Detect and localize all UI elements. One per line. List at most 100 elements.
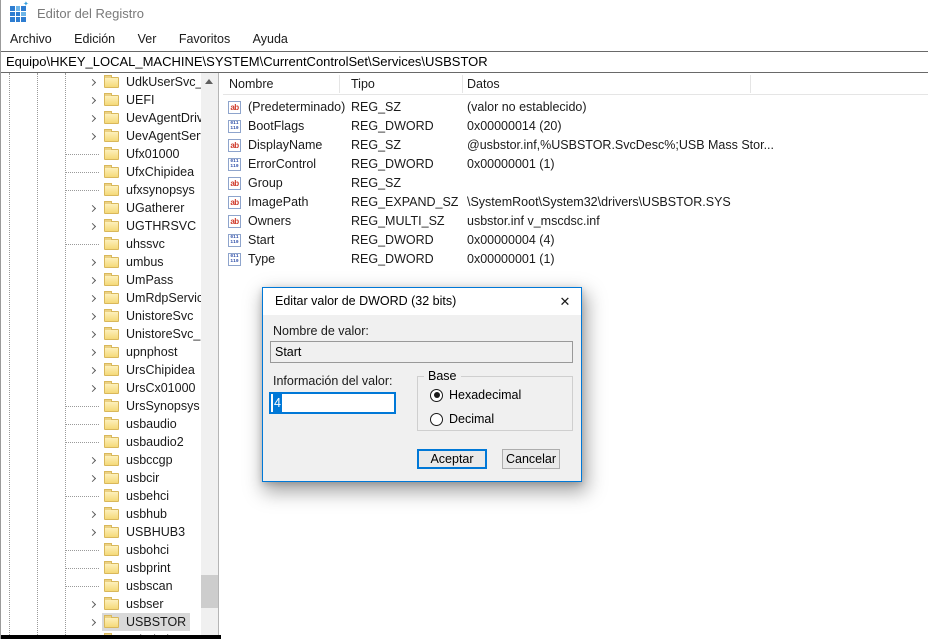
chevron-right-icon[interactable] <box>89 276 96 283</box>
edit-dword-dialog: Editar valor de DWORD (32 bits) ✕ Nombre… <box>262 287 582 482</box>
tree-item[interactable]: UdkUserSvc_b <box>1 73 201 91</box>
folder-icon <box>104 527 119 538</box>
column-header-nombre[interactable]: Nombre <box>229 73 273 95</box>
chevron-right-icon[interactable] <box>89 528 96 535</box>
scrollbar-thumb[interactable] <box>201 575 218 608</box>
menu-archivo[interactable]: Archivo <box>1 28 61 51</box>
chevron-right-icon[interactable] <box>89 204 96 211</box>
column-header-datos[interactable]: Datos <box>467 73 500 95</box>
tree-item[interactable]: UGatherer <box>1 199 201 217</box>
tree-item[interactable]: UmPass <box>1 271 201 289</box>
value-data-field[interactable]: 4 <box>269 392 396 414</box>
tree-item[interactable]: UrsCx01000 <box>1 379 201 397</box>
close-icon[interactable]: ✕ <box>549 288 581 315</box>
tree-item[interactable]: usbprint <box>1 559 201 577</box>
chevron-right-icon[interactable] <box>89 114 96 121</box>
column-header-tipo[interactable]: Tipo <box>351 73 375 95</box>
registry-value-row[interactable]: ab Group REG_SZ <box>223 174 928 193</box>
chevron-right-icon[interactable] <box>89 294 96 301</box>
tree-item[interactable]: UfxChipidea <box>1 163 201 181</box>
key-tree-panel: UdkUserSvc_b UEFI UevAgentDrive UevAgent… <box>1 73 219 639</box>
value-name: (Predeterminado) <box>248 98 345 117</box>
registry-value-row[interactable]: ab Owners REG_MULTI_SZ usbstor.inf v_msc… <box>223 212 928 231</box>
menu-edicion[interactable]: Edición <box>65 28 124 51</box>
tree-item[interactable]: upnphost <box>1 343 201 361</box>
chevron-right-icon[interactable] <box>89 348 96 355</box>
tree-item[interactable]: usbaudio <box>1 415 201 433</box>
hexadecimal-radio-row[interactable]: Hexadecimal <box>430 388 521 402</box>
value-name: Type <box>248 250 275 269</box>
chevron-right-icon[interactable] <box>89 258 96 265</box>
column-divider[interactable] <box>339 75 340 93</box>
tree-item[interactable]: umbus <box>1 253 201 271</box>
folder-icon <box>104 347 119 358</box>
registry-value-row[interactable]: ab (Predeterminado) REG_SZ (valor no est… <box>223 98 928 117</box>
decimal-radio-row[interactable]: Decimal <box>430 412 494 426</box>
chevron-right-icon[interactable] <box>89 510 96 517</box>
registry-value-row[interactable]: 011110 BootFlags REG_DWORD 0x00000014 (2… <box>223 117 928 136</box>
registry-path-input[interactable]: Equipo\HKEY_LOCAL_MACHINE\SYSTEM\Current… <box>1 51 928 73</box>
chevron-right-icon[interactable] <box>89 618 96 625</box>
hexadecimal-radio[interactable] <box>430 389 443 402</box>
value-type-icon: 011110 <box>228 253 241 266</box>
registry-value-row[interactable]: 011110 Start REG_DWORD 0x00000004 (4) <box>223 231 928 250</box>
column-divider[interactable] <box>462 75 463 93</box>
tree-item[interactable]: UnistoreSvc_b <box>1 325 201 343</box>
tree-item[interactable]: UrsSynopsys <box>1 397 201 415</box>
chevron-right-icon[interactable] <box>89 132 96 139</box>
chevron-right-icon[interactable] <box>89 384 96 391</box>
tree-item[interactable]: usbohci <box>1 541 201 559</box>
tree-item[interactable]: USBSTOR <box>1 613 201 631</box>
chevron-right-icon[interactable] <box>89 366 96 373</box>
tree-item[interactable]: UrsChipidea <box>1 361 201 379</box>
tree-item[interactable]: usbcir <box>1 469 201 487</box>
tree-item[interactable]: UEFI <box>1 91 201 109</box>
chevron-right-icon[interactable] <box>89 96 96 103</box>
registry-value-row[interactable]: 011110 ErrorControl REG_DWORD 0x00000001… <box>223 155 928 174</box>
menu-ayuda[interactable]: Ayuda <box>244 28 297 51</box>
menu-favoritos[interactable]: Favoritos <box>170 28 239 51</box>
tree-item[interactable]: usbscan <box>1 577 201 595</box>
value-type: REG_SZ <box>351 174 401 193</box>
decimal-radio[interactable] <box>430 413 443 426</box>
tree-item[interactable]: USBHUB3 <box>1 523 201 541</box>
tree-scrollbar[interactable] <box>201 73 218 639</box>
chevron-right-icon[interactable] <box>89 78 96 85</box>
tree-item[interactable]: UnistoreSvc <box>1 307 201 325</box>
tree-item[interactable]: usbhub <box>1 505 201 523</box>
scroll-up-arrow-icon[interactable] <box>201 73 218 90</box>
column-divider[interactable] <box>750 75 751 93</box>
tree-item[interactable]: UmRdpService <box>1 289 201 307</box>
tree-item-label: usbcir <box>126 471 159 485</box>
chevron-right-icon[interactable] <box>89 312 96 319</box>
tree-item[interactable]: uhssvc <box>1 235 201 253</box>
tree-item-label: Ufx01000 <box>126 147 180 161</box>
tree-item[interactable]: usbehci <box>1 487 201 505</box>
chevron-right-icon[interactable] <box>89 456 96 463</box>
registry-value-row[interactable]: ab ImagePath REG_EXPAND_SZ \SystemRoot\S… <box>223 193 928 212</box>
tree-leaf-connector <box>65 496 99 497</box>
tree-item-label: usbohci <box>126 543 169 557</box>
tree-item[interactable]: usbser <box>1 595 201 613</box>
menu-ver[interactable]: Ver <box>129 28 166 51</box>
value-name-field[interactable]: Start <box>270 341 573 363</box>
tree-item[interactable]: usbccgp <box>1 451 201 469</box>
chevron-right-icon[interactable] <box>89 330 96 337</box>
window-title: Editor del Registro <box>37 0 144 28</box>
tree-item-label: UmRdpService <box>126 291 210 305</box>
tree-item[interactable]: UGTHRSVC <box>1 217 201 235</box>
registry-value-row[interactable]: 011110 Type REG_DWORD 0x00000001 (1) <box>223 250 928 269</box>
value-type: REG_SZ <box>351 98 401 117</box>
tree-item[interactable]: Ufx01000 <box>1 145 201 163</box>
chevron-right-icon[interactable] <box>89 474 96 481</box>
tree-item[interactable]: usbaudio2 <box>1 433 201 451</box>
chevron-right-icon[interactable] <box>89 222 96 229</box>
tree-item[interactable]: UevAgentServi <box>1 127 201 145</box>
tree-item-label: UrsSynopsys <box>126 399 200 413</box>
aceptar-button[interactable]: Aceptar <box>417 449 487 469</box>
cancelar-button[interactable]: Cancelar <box>502 449 560 469</box>
tree-item[interactable]: UevAgentDrive <box>1 109 201 127</box>
registry-value-row[interactable]: ab DisplayName REG_SZ @usbstor.inf,%USBS… <box>223 136 928 155</box>
chevron-right-icon[interactable] <box>89 600 96 607</box>
tree-item[interactable]: ufxsynopsys <box>1 181 201 199</box>
